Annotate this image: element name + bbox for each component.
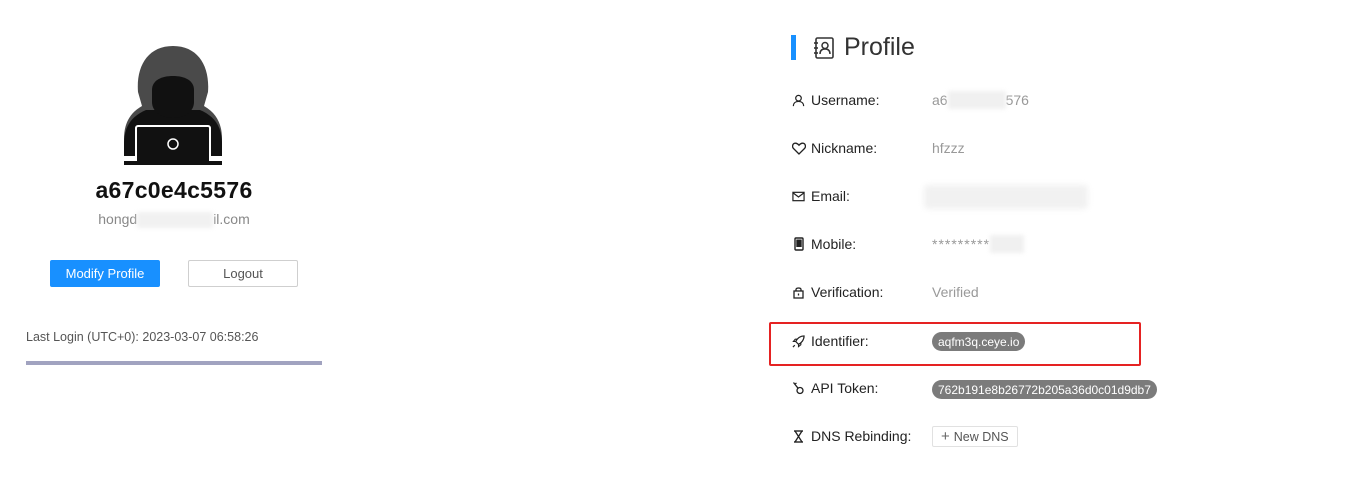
nickname-value: hfzzz [932,140,965,156]
username-visible-prefix: a6 [932,92,948,108]
mobile-redacted-block [990,235,1025,253]
mobile-icon [791,237,806,252]
nickname-row: Nickname: [791,136,931,160]
lock-icon [791,285,806,300]
mobile-masked-text: ********* [932,236,991,252]
verification-value: Verified [932,284,979,300]
dns-rebinding-row: DNS Rebinding: [791,424,931,448]
verification-row: Verification: [791,280,931,304]
profile-card-icon [814,37,834,59]
mobile-label: Mobile: [811,236,857,252]
mobile-value: ********* [932,232,1025,256]
api-token-value-tag[interactable]: 762b191e8b26772b205a36d0c01d9db7 [932,380,1157,399]
dns-rebinding-label: DNS Rebinding: [811,428,912,444]
api-token-row: API Token: [791,376,931,400]
username-row: Username: [791,88,931,112]
mobile-row: Mobile: [791,232,931,256]
api-token-label: API Token: [811,380,879,396]
profile-email-text: hongd il.com [24,211,324,229]
new-dns-button[interactable]: + New DNS [932,426,1018,447]
username-label: Username: [811,92,880,108]
last-login-text: Last Login (UTC+0): 2023-03-07 06:58:26 [26,330,259,344]
email-visible-prefix: hongd [98,211,138,227]
mail-icon [791,189,806,204]
key-icon [791,381,806,396]
username-redacted-block [947,91,1006,109]
nickname-label: Nickname: [811,140,878,156]
profile-username-heading: a67c0e4c5576 [95,177,253,203]
logout-button[interactable]: Logout [188,260,298,287]
hourglass-icon [791,429,806,444]
user-icon [791,93,806,108]
modify-profile-button[interactable]: Modify Profile [50,260,160,287]
identifier-highlight-box [769,322,1141,366]
email-visible-suffix: il.com [213,211,250,227]
email-redacted-value [924,185,1088,209]
email-redacted-block [137,212,214,229]
hacker-avatar-image [124,46,222,165]
section-accent-bar [791,35,796,60]
new-dns-label: New DNS [953,429,1009,444]
username-value: a6 576 [932,88,1029,112]
heart-icon [791,141,806,156]
username-visible-suffix: 576 [1005,92,1029,108]
left-divider [26,361,322,365]
profile-section-title: Profile [844,33,915,61]
email-label: Email: [811,188,850,204]
email-row: Email: [791,184,931,208]
verification-label: Verification: [811,284,884,300]
plus-icon: + [941,428,950,445]
